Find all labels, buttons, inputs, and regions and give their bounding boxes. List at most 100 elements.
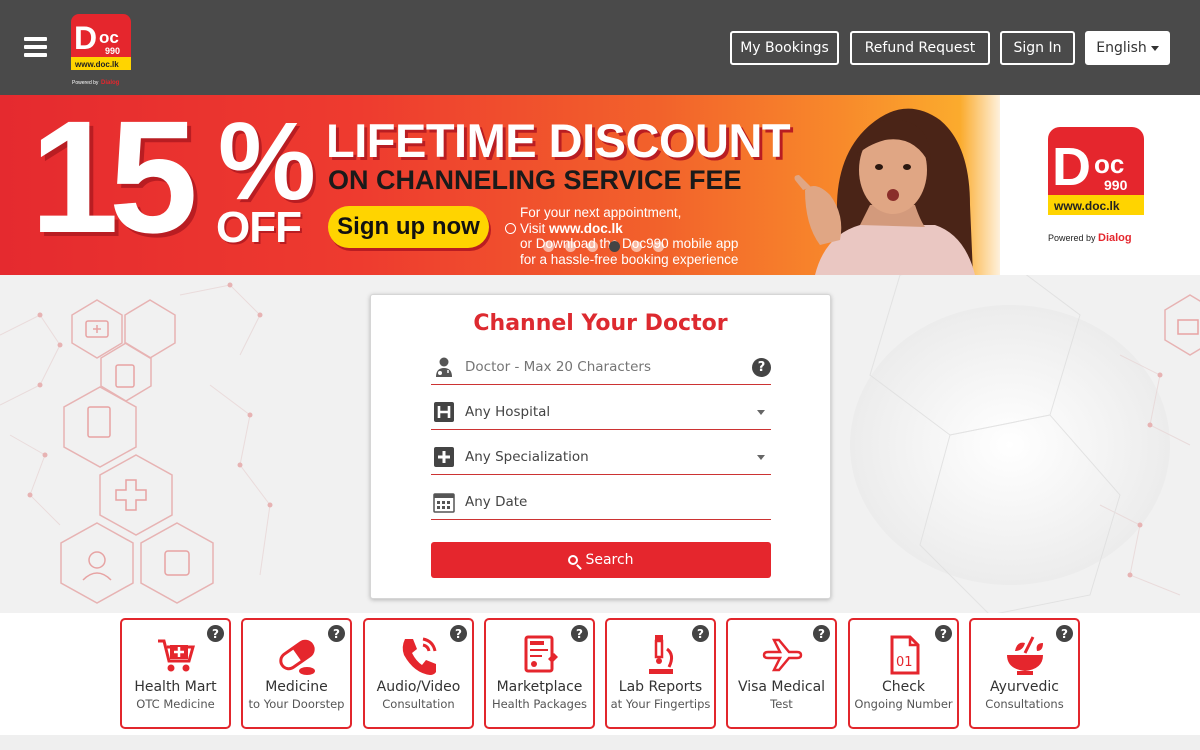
help-question-icon[interactable]: ?: [935, 625, 952, 642]
help-question-icon[interactable]: ?: [571, 625, 588, 642]
my-bookings-button[interactable]: My Bookings: [730, 31, 839, 65]
doctor-name-input[interactable]: [465, 359, 752, 375]
help-question-icon[interactable]: ?: [692, 625, 709, 642]
carousel-indicators: [543, 241, 664, 252]
service-subtitle: Test: [770, 697, 793, 711]
language-label: English: [1096, 40, 1147, 56]
service-tile-medicine[interactable]: ? Medicine to Your Doorstep: [241, 618, 352, 729]
document-number-icon: 01: [890, 635, 919, 675]
service-subtitle: to Your Doorstep: [248, 697, 345, 711]
service-subtitle: Consultations: [985, 697, 1064, 711]
help-question-icon[interactable]: ?: [328, 625, 345, 642]
svg-text:Dialog: Dialog: [1098, 232, 1132, 244]
banner-subheadline: ON CHANNELING SERVICE FEE: [328, 165, 742, 195]
globe-icon: [505, 222, 516, 234]
hospital-icon: [433, 401, 455, 423]
svg-text:www.doc.lk: www.doc.lk: [74, 60, 119, 69]
help-question-icon[interactable]: ?: [752, 357, 771, 377]
carousel-dot[interactable]: [565, 241, 576, 252]
specialization-select[interactable]: Any Specialization: [431, 440, 771, 475]
search-button[interactable]: Search: [431, 542, 771, 578]
promo-line-4: for a hassle-free booking experience: [520, 251, 739, 267]
svg-text:990: 990: [105, 46, 120, 56]
svg-text:D: D: [1052, 137, 1091, 197]
service-tile-check-number[interactable]: ? 01 Check Ongoing Number: [848, 618, 959, 729]
doc990-banner-logo: D oc 990 www.doc.lk Powered by Dialog: [1048, 127, 1144, 244]
health-package-icon: [524, 635, 558, 673]
svg-text:01: 01: [896, 655, 913, 670]
service-tile-ayurvedic[interactable]: ? Ayurvedic Consultations: [969, 618, 1080, 729]
help-question-icon[interactable]: ?: [207, 625, 224, 642]
language-dropdown[interactable]: English: [1085, 31, 1170, 65]
doctor-search-field[interactable]: ?: [431, 350, 771, 385]
date-value: Any Date: [465, 494, 528, 510]
carousel-dot[interactable]: [587, 241, 598, 252]
service-tile-marketplace[interactable]: ? Marketplace Health Packages: [484, 618, 595, 729]
card-title: Channel Your Doctor: [473, 311, 728, 336]
service-tile-visa-medical[interactable]: ? Visa Medical Test: [726, 618, 837, 729]
doc990-logo[interactable]: D oc 990 www.doc.lk Powered by Dialog: [70, 13, 132, 88]
microscope-icon: [648, 635, 673, 674]
woman-pointing-illustration: [794, 108, 975, 275]
service-subtitle: OTC Medicine: [136, 697, 215, 711]
discount-percent-symbol: %: [218, 100, 316, 223]
dropdown-arrow-icon: [757, 409, 765, 415]
service-subtitle: at Your Fingertips: [610, 697, 711, 711]
carousel-dot-active[interactable]: [609, 241, 620, 252]
search-button-label: Search: [585, 552, 634, 568]
service-tile-lab-reports[interactable]: ? Lab Reports at Your Fingertips: [605, 618, 716, 729]
svg-text:oc: oc: [1094, 149, 1124, 179]
discount-off: OFF: [216, 203, 302, 252]
date-field[interactable]: Any Date: [431, 485, 771, 520]
signup-now-badge: Sign up now: [328, 206, 489, 248]
service-tile-health-mart[interactable]: ? Health Mart OTC Medicine: [120, 618, 231, 729]
service-subtitle: Health Packages: [491, 697, 588, 711]
carousel-dot[interactable]: [653, 241, 664, 252]
capsule-icon: [278, 639, 315, 675]
service-title: Ayurvedic: [990, 679, 1059, 695]
help-question-icon[interactable]: ?: [450, 625, 467, 642]
top-navigation-bar: D oc 990 www.doc.lk Powered by Dialog My…: [0, 0, 1200, 95]
promo-line-2: Visit www.doc.lk: [505, 221, 790, 237]
banner-promo-text: For your next appointment, Visit www.doc…: [505, 205, 790, 267]
sign-in-button[interactable]: Sign In: [1000, 31, 1075, 65]
airplane-icon: [762, 638, 802, 672]
carousel-dot[interactable]: [543, 241, 554, 252]
promo-banner[interactable]: 15 % OFF LIFETIME DISCOUNT ON CHANNELING…: [0, 95, 1200, 275]
banner-headline: LIFETIME DISCOUNT: [326, 114, 791, 167]
doctor-icon: [433, 356, 455, 378]
help-question-icon[interactable]: ?: [813, 625, 830, 642]
promo-line-1: For your next appointment,: [520, 205, 682, 220]
discount-number: 15: [30, 95, 198, 266]
channel-doctor-search-card: Channel Your Doctor ? Any Hospital Any S…: [370, 294, 831, 599]
service-title: Visa Medical: [737, 679, 826, 695]
mortar-icon: [1006, 636, 1043, 675]
svg-text:Powered by: Powered by: [1048, 233, 1096, 243]
svg-text:990: 990: [1104, 177, 1128, 193]
service-tile-audio-video[interactable]: ? Audio/Video Consultation: [363, 618, 474, 729]
service-title: Health Mart: [134, 679, 217, 695]
service-title: Medicine: [265, 679, 328, 695]
service-title: Marketplace: [496, 679, 583, 695]
plus-icon: [433, 446, 455, 468]
cart-icon: [157, 639, 195, 672]
calendar-icon: [433, 491, 455, 513]
hamburger-menu-icon[interactable]: [24, 37, 47, 57]
service-subtitle: Ongoing Number: [854, 697, 953, 711]
hospital-select[interactable]: Any Hospital: [431, 395, 771, 430]
phone-icon: [402, 637, 436, 675]
service-subtitle: Consultation: [382, 697, 455, 711]
hospital-select-value: Any Hospital: [465, 404, 551, 420]
svg-text:www.doc.lk: www.doc.lk: [1053, 199, 1120, 213]
svg-text:Powered by: Powered by: [72, 80, 99, 86]
svg-text:D: D: [74, 20, 97, 56]
carousel-dot[interactable]: [631, 241, 642, 252]
service-title: Check: [881, 679, 926, 695]
refund-request-button[interactable]: Refund Request: [850, 31, 990, 65]
specialization-select-value: Any Specialization: [465, 449, 589, 465]
search-icon: [568, 555, 579, 565]
service-title: Audio/Video: [376, 679, 461, 695]
help-question-icon[interactable]: ?: [1056, 625, 1073, 642]
dropdown-arrow-icon: [757, 454, 765, 460]
service-title: Lab Reports: [618, 679, 703, 695]
